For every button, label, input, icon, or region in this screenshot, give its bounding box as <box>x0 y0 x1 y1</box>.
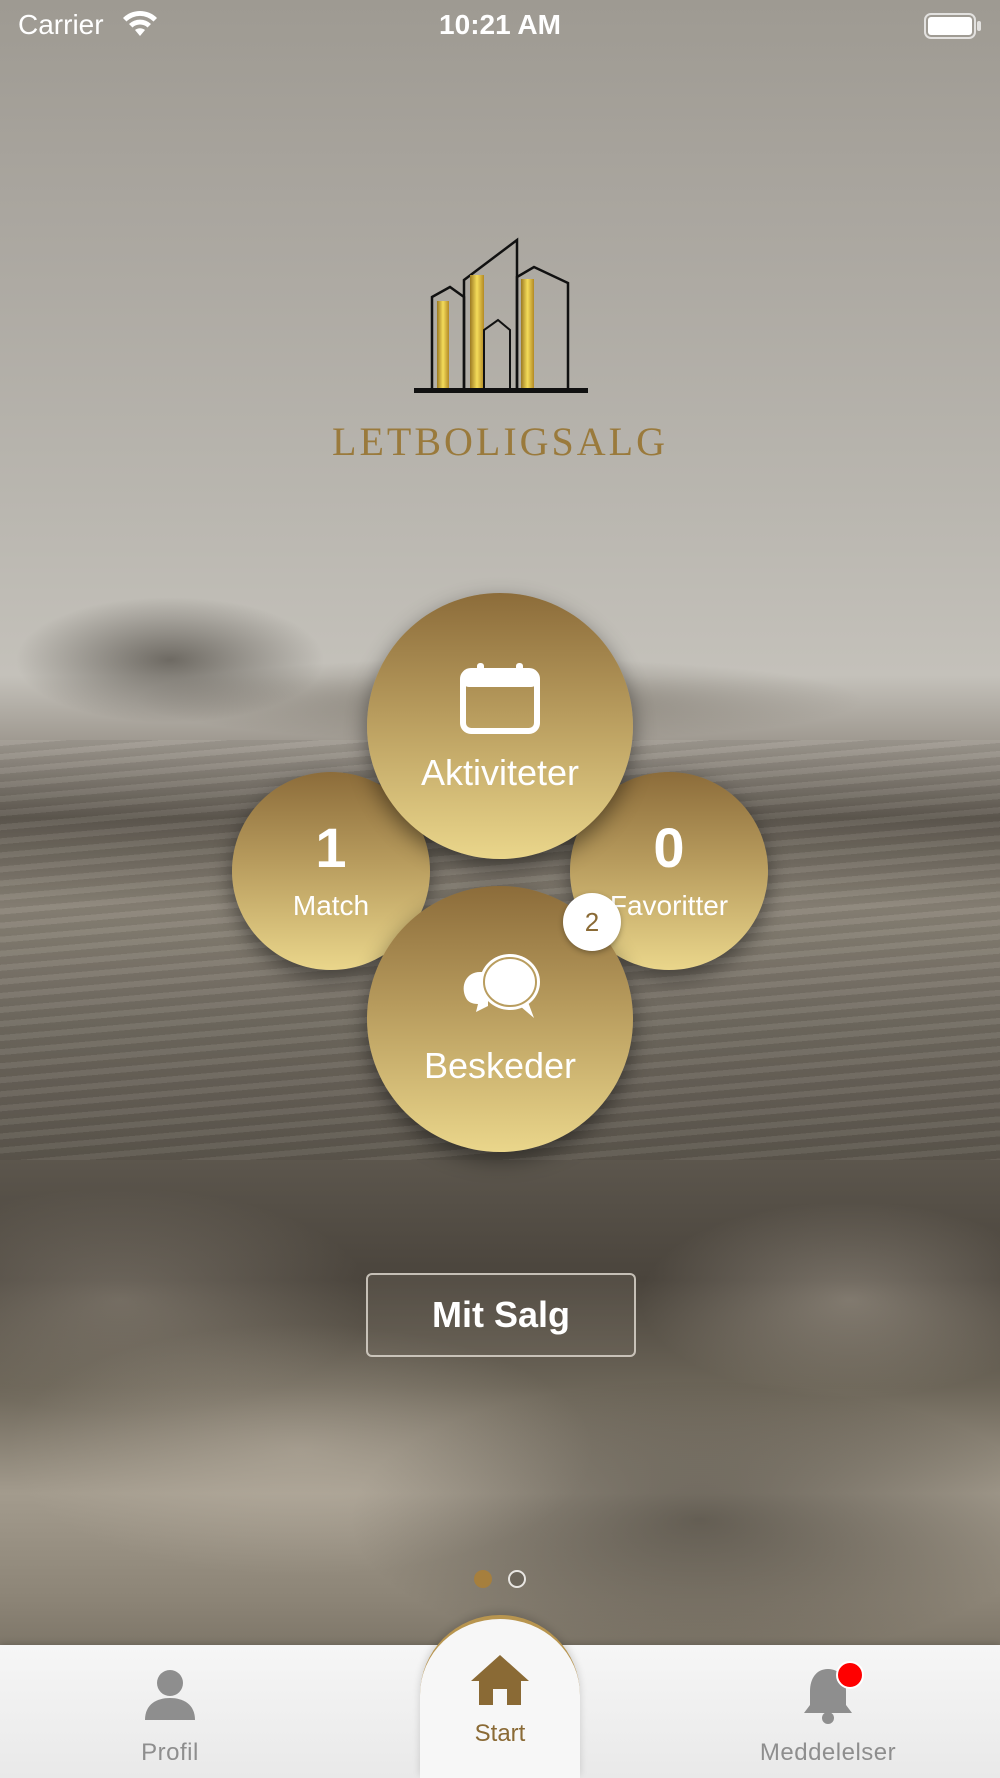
favorites-count: 0 <box>653 816 685 879</box>
page-dot-2[interactable] <box>508 1570 526 1588</box>
match-count: 1 <box>315 816 347 879</box>
person-icon <box>143 1665 197 1725</box>
match-label: Match <box>292 890 370 921</box>
tab-start[interactable]: Start <box>420 1615 580 1778</box>
buildings-logo <box>400 235 600 405</box>
notification-dot <box>836 1661 864 1689</box>
activities-button[interactable]: Aktiviteter <box>367 593 633 859</box>
home-icon <box>469 1653 531 1712</box>
activities-label: Aktiviteter <box>420 752 580 793</box>
page-indicator[interactable] <box>0 1570 1000 1588</box>
chat-bubbles-icon <box>458 951 542 1031</box>
messages-label: Beskeder <box>423 1045 577 1086</box>
tab-profile-label: Profil <box>141 1739 199 1766</box>
my-sales-button[interactable]: Mit Salg <box>366 1273 636 1357</box>
tab-profile[interactable]: Profil <box>70 1645 270 1778</box>
calendar-icon <box>459 658 541 738</box>
battery-icon <box>924 13 982 44</box>
brand-name: LETBOLIGSALG <box>332 419 668 464</box>
messages-badge: 2 <box>563 893 621 951</box>
tab-start-label: Start <box>474 1720 526 1747</box>
page-dot-1[interactable] <box>474 1570 492 1588</box>
clock: 10:21 AM <box>439 9 561 40</box>
tab-notifications-label: Meddelelser <box>759 1739 897 1766</box>
tab-notifications[interactable]: Meddelelser <box>728 1645 928 1778</box>
favorites-label: Favoritter <box>609 890 729 921</box>
status-bar: Carrier 10:21 AM <box>0 0 1000 52</box>
